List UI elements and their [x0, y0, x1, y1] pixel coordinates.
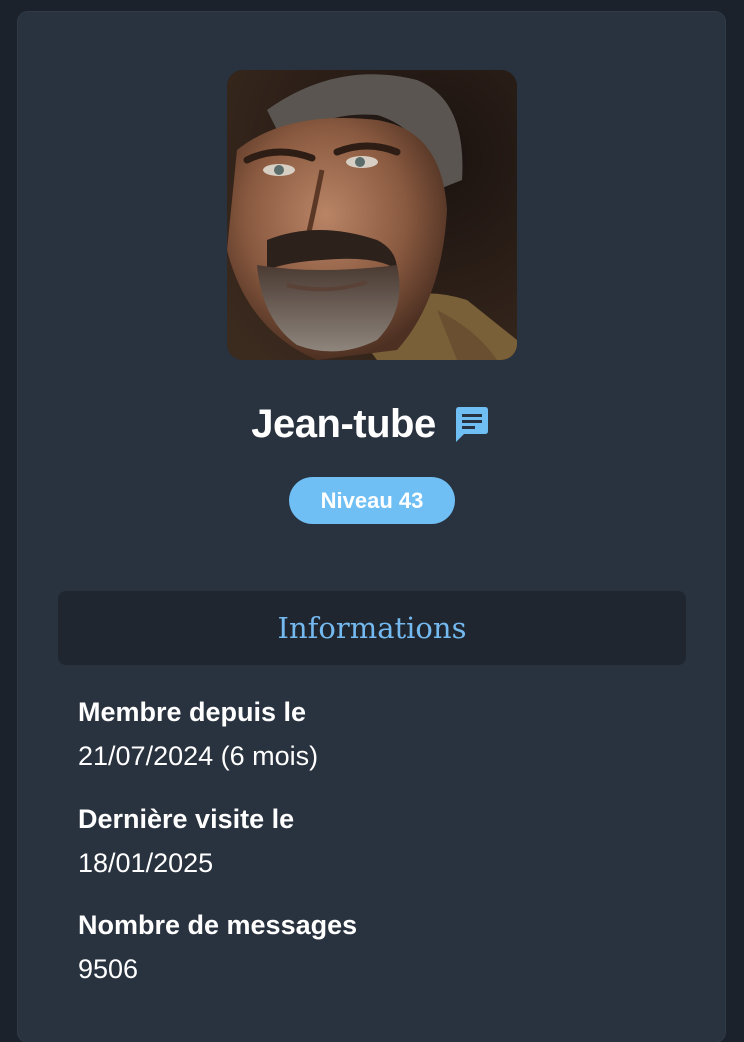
avatar-portrait — [227, 70, 517, 360]
info-item-message-count: Nombre de messages 9506 — [78, 907, 678, 987]
chat-icon[interactable] — [452, 404, 492, 444]
info-item-member-since: Membre depuis le 21/07/2024 (6 mois) — [78, 694, 678, 774]
username: Jean-tube — [251, 401, 436, 446]
info-value: 9506 — [78, 954, 139, 984]
info-label: Dernière visite le — [78, 804, 295, 834]
name-row: Jean-tube — [18, 398, 725, 450]
section-title: Informations — [277, 611, 467, 645]
info-item-last-visit: Dernière visite le 18/01/2025 — [78, 801, 678, 881]
info-value: 21/07/2024 (6 mois) — [78, 741, 319, 771]
info-label: Nombre de messages — [78, 910, 358, 940]
section-header: Informations — [58, 591, 686, 665]
info-label: Membre depuis le — [78, 697, 307, 727]
profile-card: Jean-tube Niveau 43 Informations Membre … — [18, 12, 725, 1042]
avatar — [227, 70, 517, 360]
level-badge: Niveau 43 — [289, 477, 455, 524]
info-value: 18/01/2025 — [78, 848, 214, 878]
